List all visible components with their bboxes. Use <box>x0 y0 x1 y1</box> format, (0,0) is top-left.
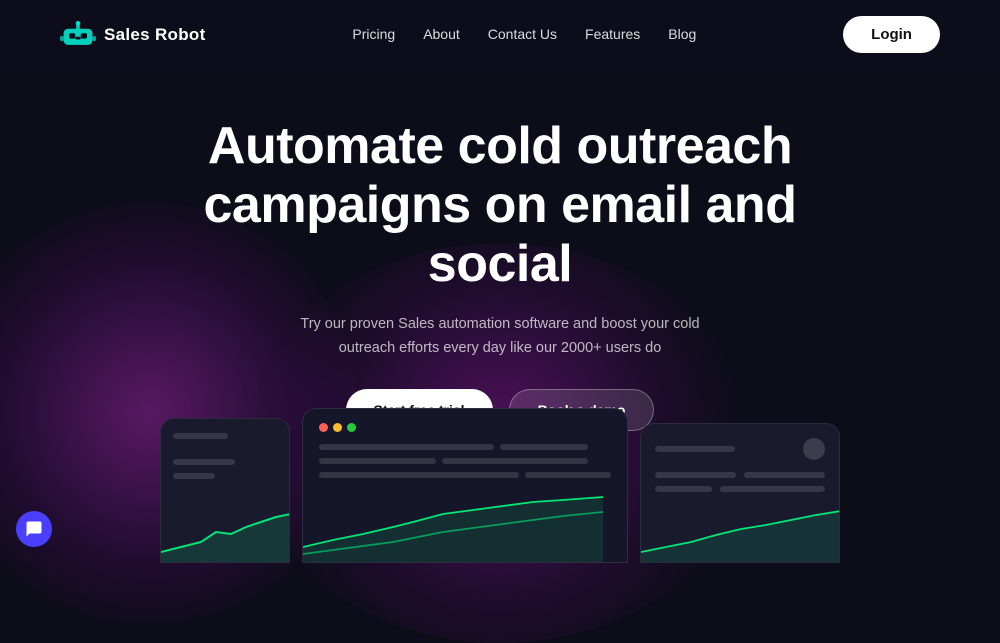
dot-green <box>347 423 356 432</box>
card-bar-line2 <box>173 473 215 479</box>
card-right-row2 <box>655 486 825 492</box>
nav-item-features[interactable]: Features <box>585 26 640 42</box>
window-dots <box>319 423 611 432</box>
chart-lines-right <box>641 507 840 562</box>
bar-3a <box>319 472 519 478</box>
right-bar-1b <box>744 472 825 478</box>
nav-links: Pricing About Contact Us Features Blog <box>352 26 696 44</box>
logo-text: Sales Robot <box>104 25 206 45</box>
card-right-bar <box>655 446 735 452</box>
navbar: Sales Robot Pricing About Contact Us Fea… <box>0 0 1000 69</box>
dot-yellow <box>333 423 342 432</box>
logo-icon <box>60 21 96 49</box>
card-bar-line1 <box>173 459 235 465</box>
hero-title: Automate cold outreach campaigns on emai… <box>150 117 850 293</box>
nav-item-contact[interactable]: Contact Us <box>488 26 557 42</box>
chart-line-small <box>161 512 290 562</box>
right-bar-1a <box>655 472 736 478</box>
chat-bubble[interactable] <box>16 511 52 547</box>
card-right-header <box>655 438 825 460</box>
dashboard-preview <box>160 408 840 563</box>
nav-item-about[interactable]: About <box>423 26 460 42</box>
card-right <box>640 423 840 563</box>
card-bar-row-2 <box>319 458 611 464</box>
right-bar-2a <box>655 486 712 492</box>
card-bar-row-3 <box>319 472 611 478</box>
nav-item-pricing[interactable]: Pricing <box>352 26 395 42</box>
hero-section: Automate cold outreach campaigns on emai… <box>0 69 1000 461</box>
login-button[interactable]: Login <box>843 16 940 53</box>
bar-2b <box>442 458 588 464</box>
nav-item-blog[interactable]: Blog <box>668 26 696 42</box>
card-right-row1 <box>655 472 825 478</box>
hero-subtitle: Try our proven Sales automation software… <box>290 313 710 361</box>
chart-lines-main <box>303 492 603 562</box>
card-bar-placeholder <box>173 433 228 439</box>
card-main-center <box>302 408 628 563</box>
card-small-left <box>160 418 290 563</box>
chat-icon <box>25 520 43 538</box>
bar-3b <box>525 472 611 478</box>
bar-1a <box>319 444 494 450</box>
card-bar-row-1 <box>319 444 611 450</box>
right-bar-2b <box>720 486 825 492</box>
bar-1b <box>500 444 588 450</box>
dot-red <box>319 423 328 432</box>
circle-icon <box>803 438 825 460</box>
logo[interactable]: Sales Robot <box>60 21 206 49</box>
bar-2a <box>319 458 436 464</box>
